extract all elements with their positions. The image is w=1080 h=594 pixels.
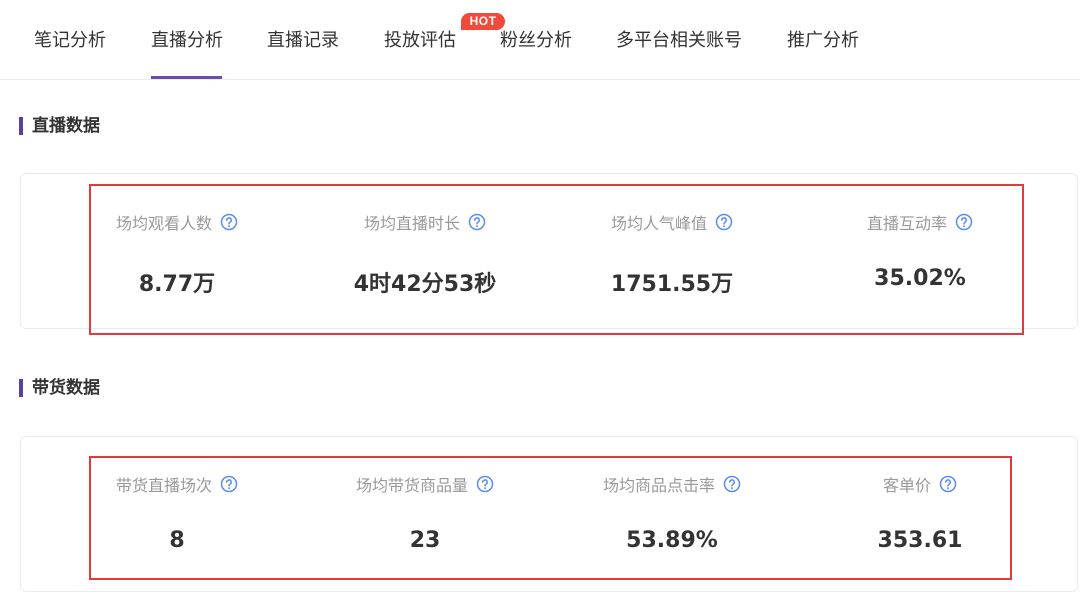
metric-interaction-rate: 直播互动率 35.02% [800, 210, 1040, 291]
question-circle-icon[interactable] [220, 475, 238, 493]
sales-data-section-title: 带货数据 [19, 378, 100, 398]
metric-avg-product-count: 场均带货商品量 23 [305, 472, 545, 553]
question-circle-icon[interactable] [220, 213, 238, 231]
metric-value: 8 [169, 528, 185, 553]
question-circle-icon[interactable] [468, 213, 486, 231]
metric-label: 场均直播时长 [363, 214, 460, 233]
metric-avg-order-price: 客单价 353.61 [800, 472, 1040, 553]
question-circle-icon[interactable] [723, 475, 741, 493]
metric-product-click-rate: 场均商品点击率 53.89% [552, 472, 792, 553]
metric-sales-live-count: 带货直播场次 8 [57, 472, 297, 553]
question-circle-icon[interactable] [939, 475, 957, 493]
metric-value: 353.61 [877, 528, 963, 553]
metric-value: 23 [409, 528, 441, 553]
metric-label: 场均商品点击率 [602, 476, 715, 495]
question-circle-icon[interactable] [476, 475, 494, 493]
tab-fans-analysis[interactable]: 粉丝分析 [500, 0, 572, 80]
metric-value: 4时42分53秒 [353, 272, 497, 297]
metric-label: 直播互动率 [866, 214, 947, 233]
analysis-tab-bar: 笔记分析 直播分析 直播记录 投放评估 粉丝分析 多平台相关账号 推广分析 HO… [0, 0, 1080, 80]
metric-label: 客单价 [882, 476, 931, 495]
tab-live-analysis[interactable]: 直播分析 [151, 0, 223, 80]
tab-live-records[interactable]: 直播记录 [267, 0, 339, 80]
tab-notes-analysis[interactable]: 笔记分析 [34, 0, 106, 80]
question-circle-icon[interactable] [955, 213, 973, 231]
hot-badge: HOT [461, 13, 505, 30]
metric-label: 场均人气峰值 [610, 214, 707, 233]
metric-value: 1751.55万 [610, 272, 734, 297]
question-circle-icon[interactable] [715, 213, 733, 231]
tab-ad-evaluation[interactable]: 投放评估 [384, 0, 456, 80]
metric-label: 场均观看人数 [115, 214, 212, 233]
metric-avg-viewers: 场均观看人数 8.77万 [57, 210, 297, 298]
tab-multi-platform-accounts[interactable]: 多平台相关账号 [616, 0, 742, 80]
metric-label: 场均带货商品量 [355, 476, 468, 495]
live-data-section-title: 直播数据 [19, 116, 100, 136]
metric-avg-duration: 场均直播时长 4时42分53秒 [305, 210, 545, 298]
metric-value: 35.02% [874, 266, 966, 291]
tab-promotion-analysis[interactable]: 推广分析 [787, 0, 859, 80]
metric-value: 53.89% [626, 528, 718, 553]
metric-value: 8.77万 [138, 272, 216, 297]
active-tab-indicator [151, 76, 222, 79]
metric-avg-peak-popularity: 场均人气峰值 1751.55万 [552, 210, 792, 298]
metric-label: 带货直播场次 [115, 476, 212, 495]
